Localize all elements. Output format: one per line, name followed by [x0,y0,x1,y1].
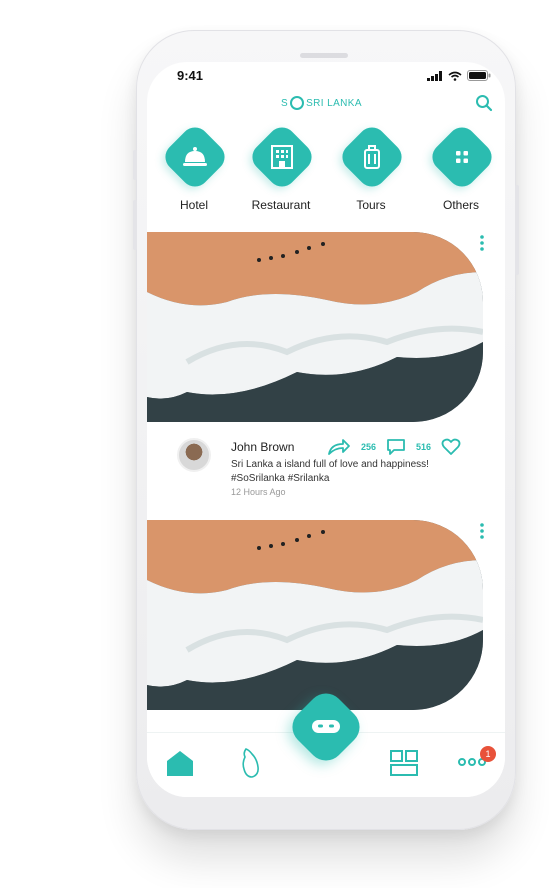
luggage-icon [364,145,380,169]
feed-layout-icon[interactable] [389,749,419,777]
comment-count: 256 [361,442,377,452]
post-caption: Sri Lanka a island full of love and happ… [231,459,429,484]
like-count: 516 [416,442,432,452]
wifi-icon [448,71,462,81]
building-icon [271,145,293,169]
phone-speaker [300,53,348,58]
category-label: Hotel [179,198,208,212]
heart-icon[interactable] [441,438,461,456]
post-meta: John Brown Sri Lanka a island full of lo… [147,430,505,500]
app-header: S SRI LANKA [147,90,505,120]
more-vertical-icon[interactable] [479,234,485,252]
grid-dots-icon [456,151,468,163]
post-actions: 256 516 [327,438,461,456]
avatar[interactable] [177,438,211,472]
post-timestamp: 12 Hours Ago [231,487,286,497]
post-image[interactable] [147,232,483,422]
battery-icon [467,70,491,81]
fab-bot-icon [312,720,340,733]
hotel-bell-icon [183,147,207,166]
category-hotel[interactable]: Hotel [152,121,236,212]
notification-badge: 1 [480,746,496,762]
post-image[interactable] [147,520,483,710]
sri-lanka-map-icon[interactable] [239,747,261,779]
brand-suffix: SRI LANKA [306,97,362,109]
category-label: Restaurant [251,198,311,212]
phone-side-button [133,150,137,180]
search-icon[interactable] [475,94,493,112]
phone-side-button [133,200,137,250]
brand-logo[interactable]: S SRI LANKA [281,96,362,110]
more-vertical-icon[interactable] [479,522,485,540]
beach-photo [147,232,483,422]
category-label: Tours [356,198,386,212]
app-screen: 9:41 S SRI LANKA Hotel Restaurant Tours … [147,62,505,797]
status-time: 9:41 [177,68,204,83]
beach-photo [147,520,483,710]
comment-icon[interactable] [386,438,406,456]
category-label: Others [442,198,479,212]
category-row: Hotel Restaurant Tours Others [147,121,505,217]
status-icons [427,70,491,81]
brand-ring [290,96,305,110]
post-author[interactable]: John Brown [231,440,294,454]
category-tours[interactable]: Tours [329,121,413,212]
share-icon[interactable] [327,438,351,456]
brand-prefix: S [281,97,289,109]
category-others[interactable]: Others [419,121,503,212]
status-bar: 9:41 [147,62,505,92]
category-restaurant[interactable]: Restaurant [239,121,323,212]
home-icon[interactable] [165,749,195,777]
phone-power-button [515,185,519,275]
signal-icon [427,70,442,81]
